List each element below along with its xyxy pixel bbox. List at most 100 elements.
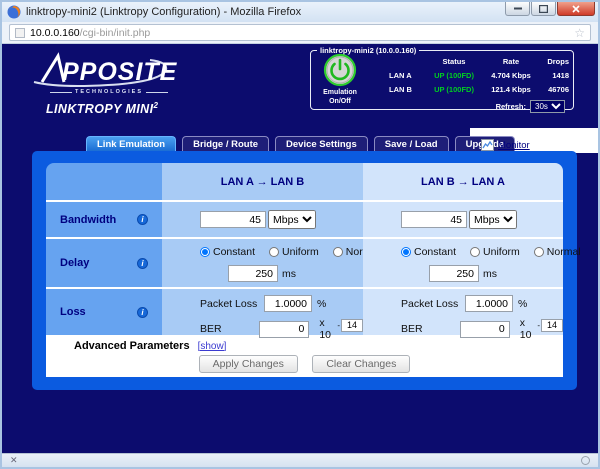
lan-b-label: LAN B — [389, 85, 423, 94]
monitor-link-wrap: Monitor — [481, 139, 530, 151]
link-emulation-panel: LAN A → LAN B LAN B → LAN A Bandwidth Mb… — [32, 151, 577, 390]
delay-label-cell: Delay — [46, 239, 162, 287]
delay-constant-label-a[interactable]: Constant — [213, 246, 255, 258]
table-header-row: LAN A → LAN B LAN B → LAN A — [46, 163, 563, 200]
maximize-button[interactable] — [531, 2, 556, 16]
product-name-sup: 2 — [153, 101, 158, 110]
delay-uniform-label-b[interactable]: Uniform — [483, 246, 520, 258]
packet-loss-label-a: Packet Loss — [200, 298, 264, 310]
delay-value-line-b: ms — [429, 265, 563, 282]
emulation-onoff-label: Emulation On/Off — [311, 88, 369, 106]
ber-line-b: BER x 10 - — [401, 317, 563, 341]
ber-label-a: BER — [200, 323, 259, 335]
bandwidth-input-b[interactable] — [401, 211, 467, 228]
delay-label: Delay — [60, 257, 89, 269]
delay-cell-b: Constant Uniform Normal ms — [363, 239, 563, 287]
ber-input-b[interactable] — [460, 321, 510, 338]
emulation-label-line2: On/Off — [311, 97, 369, 106]
delay-normal-radio-b[interactable] — [534, 247, 544, 257]
product-name-text: LINKTROPY MINI — [46, 102, 153, 116]
logo-subtext: TECHNOLOGIES — [75, 89, 143, 95]
loss-info-icon[interactable] — [137, 307, 148, 318]
apply-changes-button[interactable]: Apply Changes — [199, 355, 298, 373]
browser-window: linktropy-mini2 (Linktropy Configuration… — [0, 0, 600, 469]
close-button[interactable] — [557, 2, 595, 16]
lan-a-rate: 4.704 Kbps — [483, 71, 539, 80]
refresh-label: Refresh: — [496, 102, 526, 111]
delay-normal-label-b[interactable]: Normal — [547, 246, 581, 258]
monitor-chart-icon — [481, 139, 494, 151]
advanced-parameters-label: Advanced Parameters — [74, 340, 190, 352]
delay-normal-radio-a[interactable] — [333, 247, 343, 257]
delay-constant-radio-b[interactable] — [401, 247, 411, 257]
logo-rule-right — [146, 92, 168, 93]
loss-label-cell: Loss — [46, 289, 162, 335]
advanced-parameters-strip: Advanced Parameters [show] Apply Changes… — [46, 335, 563, 377]
ber-exponent-wrap-b: x 10 - — [515, 317, 563, 341]
delay-input-a[interactable] — [228, 265, 278, 282]
ber-input-a[interactable] — [259, 321, 309, 338]
delay-cell-a: Constant Uniform Normal ms — [162, 239, 363, 287]
lan-a-status: UP (100FD) — [425, 71, 483, 80]
clear-changes-button[interactable]: Clear Changes — [312, 355, 410, 373]
delay-input-b[interactable] — [429, 265, 479, 282]
packet-loss-input-a[interactable] — [264, 295, 312, 312]
loss-cell-b: Packet Loss % BER x 10 - — [363, 289, 563, 335]
bandwidth-info-icon[interactable] — [137, 214, 148, 225]
lan-a-drops: 1418 — [539, 71, 569, 80]
product-name: LINKTROPY MINI2 — [46, 101, 158, 116]
advanced-show-link[interactable]: [show] — [198, 341, 227, 352]
rate-col-header: Rate — [483, 57, 539, 66]
addon-bar-status-icon[interactable] — [581, 456, 590, 465]
url-path: /cgi-bin/init.php — [80, 27, 151, 39]
delay-info-icon[interactable] — [137, 258, 148, 269]
loss-label: Loss — [60, 306, 86, 318]
header-lan-a-to-b: LAN A → LAN B — [162, 163, 363, 200]
delay-uniform-radio-a[interactable] — [269, 247, 279, 257]
delay-constant-label-b[interactable]: Constant — [414, 246, 456, 258]
delay-value-line-a: ms — [228, 265, 363, 282]
lan-b-status: UP (100FD) — [425, 85, 483, 94]
emulation-power-button[interactable] — [323, 53, 357, 87]
status-panel-body: Emulation On/Off Status Rate Drops LAN A… — [311, 55, 573, 109]
delay-unit-a: ms — [282, 268, 296, 280]
delay-uniform-radio-b[interactable] — [470, 247, 480, 257]
svg-text:PPOSITE: PPOSITE — [62, 58, 178, 86]
ber-exponent-wrap-a: x 10 - — [314, 317, 363, 341]
ber-exponent-input-a[interactable] — [341, 319, 363, 332]
bandwidth-input-a[interactable] — [200, 211, 266, 228]
logo-rule-left — [50, 92, 72, 93]
lan-b-rate: 121.4 Kbps — [483, 85, 539, 94]
ber-line-a: BER x 10 - — [200, 317, 363, 341]
status-panel: linktropy-mini2 (10.0.0.160) Emulation O… — [310, 46, 574, 110]
bandwidth-unit-select-b[interactable]: Mbps — [469, 210, 517, 229]
refresh-select[interactable]: 30s — [530, 100, 565, 113]
favicon-placeholder-icon — [15, 28, 25, 38]
addon-bar-close-icon[interactable]: ✕ — [10, 456, 18, 465]
bandwidth-row: Bandwidth Mbps Mbps — [46, 200, 563, 237]
emulation-table: LAN A → LAN B LAN B → LAN A Bandwidth Mb… — [46, 163, 563, 377]
url-bar[interactable]: 10.0.0.160/cgi-bin/init.php ☆ — [9, 24, 591, 41]
url-host: 10.0.0.160 — [30, 27, 80, 39]
status-col-header: Status — [425, 57, 483, 66]
packet-loss-input-b[interactable] — [465, 295, 513, 312]
loss-row: Loss Packet Loss % BER — [46, 287, 563, 335]
minimize-button[interactable] — [505, 2, 530, 16]
bandwidth-unit-select-a[interactable]: Mbps — [268, 210, 316, 229]
title-bar: linktropy-mini2 (Linktropy Configuration… — [2, 2, 598, 22]
header-label-spacer — [46, 163, 162, 200]
ber-label-b: BER — [401, 323, 460, 335]
url-text[interactable]: 10.0.0.160/cgi-bin/init.php — [30, 27, 150, 39]
navigation-bar: 10.0.0.160/cgi-bin/init.php ☆ — [2, 22, 598, 44]
logo-subtitle: TECHNOLOGIES — [50, 89, 168, 95]
addon-bar: ✕ — [2, 453, 598, 467]
delay-constant-radio-a[interactable] — [200, 247, 210, 257]
bandwidth-cell-b: Mbps — [363, 202, 563, 237]
page-content: PPOSITE TECHNOLOGIES LINKTROPY MINI2 lin… — [2, 44, 598, 453]
bookmark-star-icon[interactable]: ☆ — [574, 27, 585, 39]
monitor-link[interactable]: Monitor — [498, 140, 530, 151]
delay-uniform-label-a[interactable]: Uniform — [282, 246, 319, 258]
ber-exponent-input-b[interactable] — [541, 319, 563, 332]
packet-loss-line-a: Packet Loss % — [200, 295, 363, 312]
window-title: linktropy-mini2 (Linktropy Configuration… — [26, 6, 301, 18]
